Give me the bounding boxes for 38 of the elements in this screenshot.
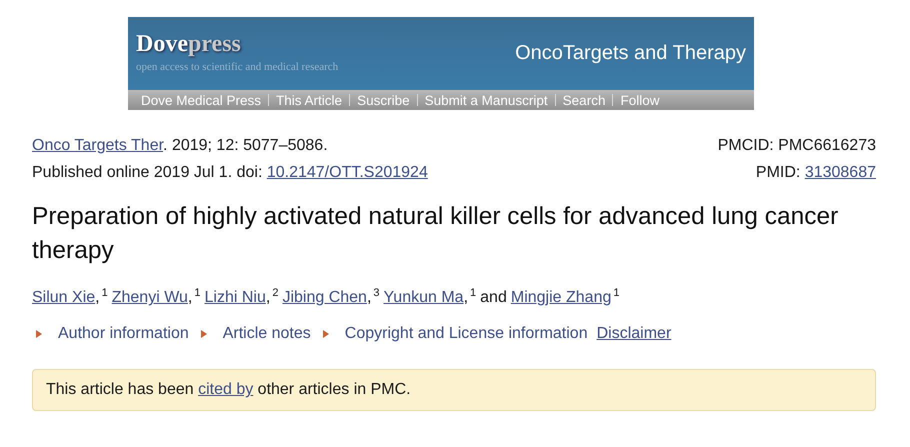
comma: ,: [95, 289, 100, 306]
affiliation-number: 2: [272, 287, 278, 299]
affiliation-number: 1: [470, 287, 476, 299]
author-link[interactable]: Yunkun Ma: [384, 289, 464, 306]
author-link[interactable]: Silun Xie: [32, 289, 96, 306]
comma: ,: [464, 289, 468, 306]
disclaimer-link[interactable]: Disclaimer: [596, 325, 672, 344]
affiliation-number: 1: [613, 287, 620, 299]
expand-link[interactable]: Author information: [58, 325, 189, 344]
triangle-icon: [200, 330, 207, 338]
pmcid-text: PMCID: PMC6616273: [718, 136, 876, 156]
comma: ,: [188, 289, 192, 306]
tagline: open access to scientific and medical research: [136, 61, 338, 73]
affiliation-number: 1: [102, 287, 108, 299]
author-link[interactable]: Jibing Chen: [282, 289, 367, 306]
pmid-text: PMID: 31308687: [756, 163, 876, 183]
comma: ,: [366, 289, 372, 306]
affiliation-number: 1: [194, 287, 200, 299]
dovepress-logo: Dovepress: [136, 31, 242, 57]
journal-name: OncoTargets and Therapy: [515, 42, 746, 65]
cited-by-link[interactable]: cited by: [198, 381, 254, 398]
affiliation-number: 3: [373, 287, 380, 299]
citation-text: Onco Targets Ther. 2019; 12: 5077–5086.: [32, 136, 328, 156]
doi-link[interactable]: 10.2147/OTT.S201924: [266, 164, 428, 181]
journal-link[interactable]: Onco Targets Ther: [32, 137, 164, 154]
article-title: Preparation of highly activated natural killer cells for advanced lung cancer therapy: [32, 202, 840, 266]
publication-date-text: Published online 2019 Jul 1. doi: 10.2147/OTT.S201924: [32, 163, 428, 183]
conjunction-text: and: [480, 289, 507, 306]
comma: ,: [266, 289, 270, 306]
expand-link[interactable]: Article notes: [222, 325, 311, 344]
notice-text: This article has been cited by other articles in PMC.: [46, 381, 411, 398]
author-link[interactable]: Zhenyi Wu: [112, 289, 188, 306]
expand-link[interactable]: Copyright and License information: [344, 325, 588, 344]
triangle-icon: [322, 330, 329, 338]
author-link[interactable]: Lizhi Niu: [204, 289, 266, 306]
author-link[interactable]: Mingjie Zhang: [510, 289, 612, 306]
pmid-link[interactable]: 31308687: [804, 164, 876, 181]
triangle-icon: [36, 330, 42, 338]
